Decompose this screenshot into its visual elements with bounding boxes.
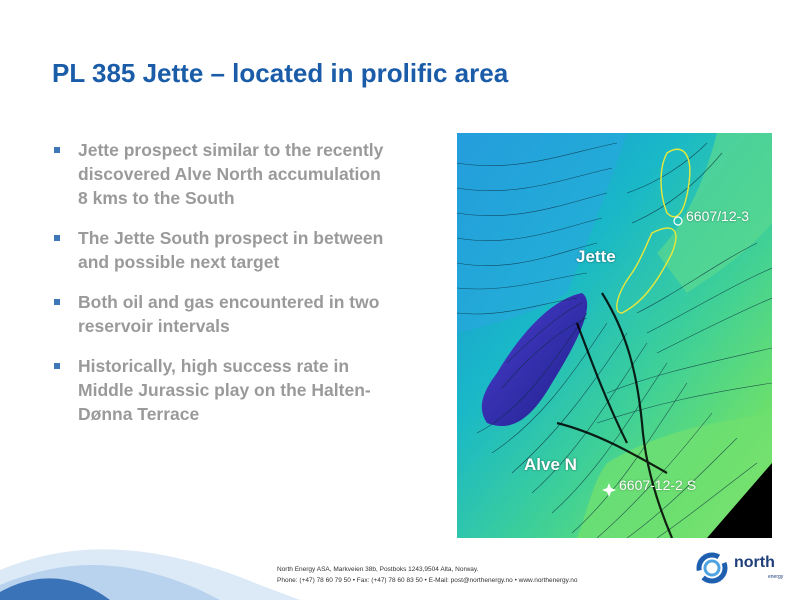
contour-map-image	[457, 133, 772, 538]
footer-contact: Phone: (+47) 78 60 79 50 • Fax: (+47) 78…	[277, 577, 578, 584]
logo-subtitle: energy	[768, 574, 784, 580]
bullet-text: Jette prospect similar to the recently d…	[78, 140, 384, 208]
bullet-text: Both oil and gas encountered in two rese…	[78, 292, 380, 336]
well-label-6607-12-2s: 6607-12-2 S	[619, 477, 697, 493]
logo-ring-icon	[696, 552, 728, 584]
footer-address: North Energy ASA, Markveien 38b, Postbok…	[277, 566, 479, 573]
contour-map: Jette Alve N 6607/12-3 6607-12-2 S	[457, 133, 772, 538]
bullet-marker-icon	[54, 235, 60, 241]
bullet-item: Jette prospect similar to the recently d…	[54, 138, 384, 210]
decorative-swoosh	[0, 549, 300, 600]
bullet-list: Jette prospect similar to the recently d…	[54, 138, 384, 442]
bullet-item: The Jette South prospect in between and …	[54, 226, 384, 274]
bullet-marker-icon	[54, 363, 60, 369]
north-energy-logo: north energy	[694, 548, 790, 588]
bullet-marker-icon	[54, 147, 60, 153]
jette-label: Jette	[576, 247, 616, 266]
bullet-text: The Jette South prospect in between and …	[78, 228, 384, 272]
bullet-item: Historically, high success rate in Middl…	[54, 354, 384, 426]
logo-name: north	[734, 554, 775, 571]
bullet-marker-icon	[54, 299, 60, 305]
alve-n-label: Alve N	[524, 455, 577, 474]
footer: North Energy ASA, Markveien 38b, Postbok…	[277, 564, 577, 586]
bullet-text: Historically, high success rate in Middl…	[78, 356, 371, 424]
bullet-item: Both oil and gas encountered in two rese…	[54, 290, 384, 338]
slide-title: PL 385 Jette – located in prolific area	[52, 58, 509, 88]
well-label-6607-12-3: 6607/12-3	[686, 208, 750, 224]
